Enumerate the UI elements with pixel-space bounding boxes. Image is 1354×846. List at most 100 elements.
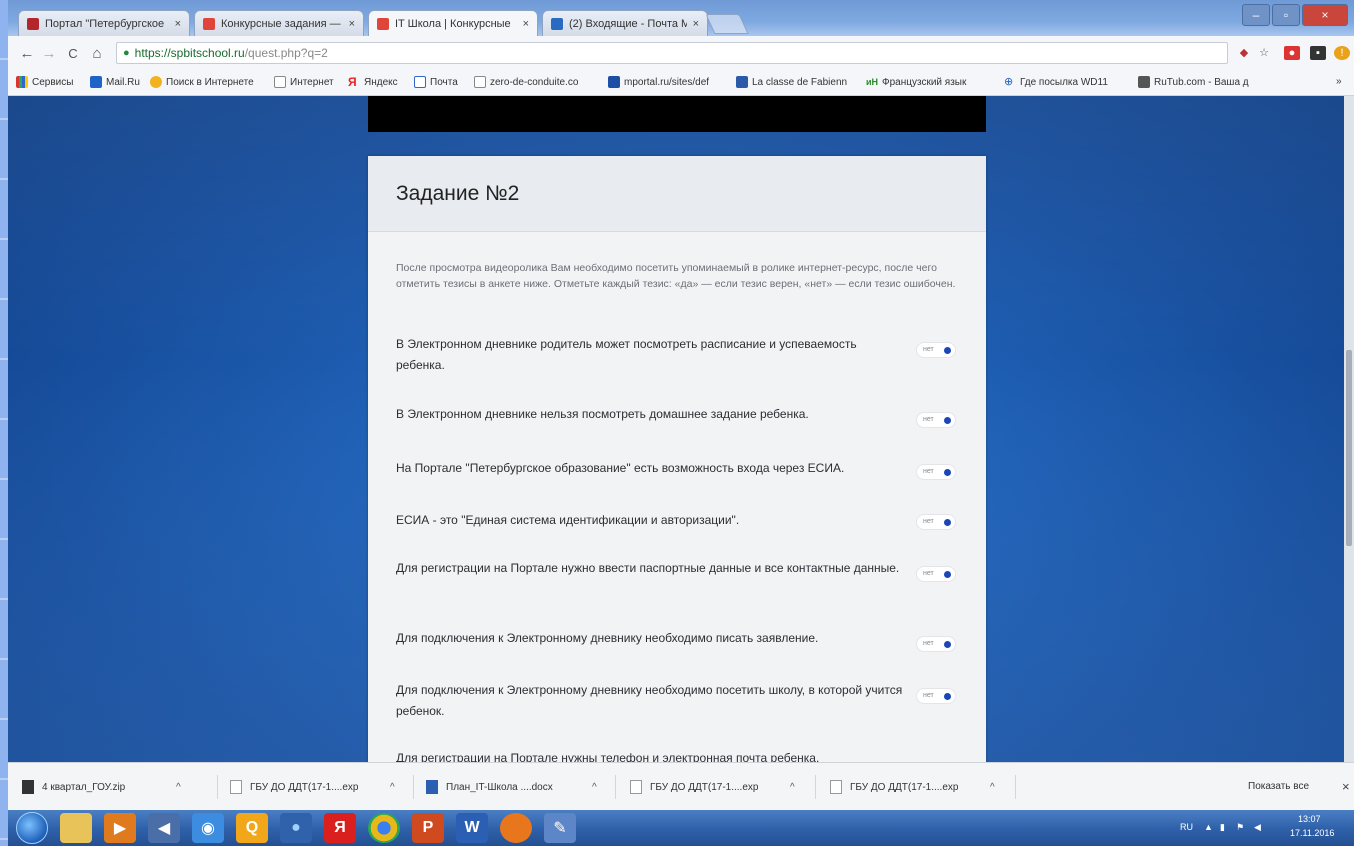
- rutub-icon: [1138, 76, 1150, 88]
- bookmark-label: mportal.ru/sites/def: [624, 76, 710, 88]
- download-item-1[interactable]: 4 квартал_ГОУ.zip ^: [22, 775, 218, 799]
- tab-contest-tasks[interactable]: Конкурсные задания — ×: [194, 10, 364, 36]
- page-scrollbar[interactable]: [1344, 96, 1354, 762]
- explorer-folder-icon[interactable]: [60, 813, 92, 843]
- tab-close-icon[interactable]: ×: [693, 18, 699, 30]
- tab-title: Конкурсные задания —: [221, 17, 341, 30]
- download-filename: План_IT-Школа ....docx: [446, 781, 553, 793]
- toggle-label: нет: [923, 346, 934, 353]
- chevron-up-icon[interactable]: ^: [790, 782, 795, 793]
- clock-time[interactable]: 13:07: [1298, 814, 1321, 824]
- tab-close-icon[interactable]: ×: [175, 18, 181, 30]
- yandex-browser-icon[interactable]: Я: [324, 813, 356, 843]
- download-item-5[interactable]: ГБУ ДО ДДТ(17-1....exp ^: [830, 775, 1016, 799]
- answer-toggle-7[interactable]: нет: [916, 688, 956, 704]
- answer-toggle-6[interactable]: нет: [916, 636, 956, 652]
- tab-mail-inbox[interactable]: (2) Входящие - Почта M ×: [542, 10, 708, 36]
- bookmark-where-parcel[interactable]: ⊕ Где посылка WD11: [1004, 76, 1130, 88]
- new-tab-button[interactable]: [705, 14, 749, 34]
- bookmark-pochta[interactable]: Почта: [414, 76, 458, 88]
- bookmark-french[interactable]: иН Французский язык: [866, 76, 994, 88]
- bookmark-label: La classe de Fabienn: [752, 76, 848, 88]
- chevron-more-icon: »: [1336, 76, 1342, 87]
- bookmark-zero-de-conduite[interactable]: zero-de-conduite.co: [474, 76, 602, 88]
- volume-app-icon[interactable]: ◉: [192, 813, 224, 843]
- answer-toggle-2[interactable]: нет: [916, 412, 956, 428]
- start-button[interactable]: [16, 812, 48, 844]
- home-button[interactable]: ⌂: [86, 42, 108, 64]
- forward-button[interactable]: →: [38, 42, 60, 64]
- extension-orange-icon[interactable]: !: [1334, 46, 1350, 60]
- bookmark-yandex[interactable]: Я Яндекс: [348, 76, 398, 88]
- media-player-icon[interactable]: ▶: [104, 813, 136, 843]
- bookmark-internet[interactable]: Интернет: [274, 76, 334, 88]
- firefox-icon[interactable]: [500, 813, 532, 843]
- reload-button[interactable]: C: [62, 42, 84, 64]
- answer-toggle-1[interactable]: нет: [916, 342, 956, 358]
- bookmark-label: RuTub.com - Ваша д: [1154, 76, 1249, 88]
- tab-title: IT Школа | Конкурсные: [395, 17, 511, 30]
- chevron-up-icon[interactable]: ^: [990, 782, 995, 793]
- answer-toggle-3[interactable]: нет: [916, 464, 956, 480]
- mailru-icon: [90, 76, 102, 88]
- minimize-button[interactable]: –: [1242, 4, 1270, 26]
- scrollbar-thumb[interactable]: [1346, 350, 1352, 546]
- bookmark-mportal[interactable]: mportal.ru/sites/def: [608, 76, 728, 88]
- download-filename: 4 квартал_ГОУ.zip: [42, 781, 126, 793]
- parcel-search-icon: ⊕: [1004, 76, 1014, 88]
- bookmark-la-classe[interactable]: La classe de Fabienn: [736, 76, 858, 88]
- download-item-3[interactable]: План_IT-Школа ....docx ^: [426, 775, 616, 799]
- apps-grid-icon: [16, 76, 28, 88]
- answer-toggle-5[interactable]: нет: [916, 566, 956, 582]
- media-center-icon[interactable]: ◀: [148, 813, 180, 843]
- bookmark-rutub[interactable]: RuTub.com - Ваша д: [1138, 76, 1264, 88]
- video-player[interactable]: [368, 96, 986, 132]
- bookmark-star-icon[interactable]: ☆: [1256, 46, 1272, 60]
- globe-icon[interactable]: ●: [280, 813, 312, 843]
- file-icon: [230, 780, 242, 794]
- network-icon[interactable]: ▮: [1220, 822, 1225, 833]
- downloads-bar: 4 квартал_ГОУ.zip ^ ГБУ ДО ДДТ(17-1....e…: [8, 762, 1354, 810]
- bookmark-services[interactable]: Сервисы: [16, 76, 73, 88]
- answer-toggle-4[interactable]: нет: [916, 514, 956, 530]
- bookmarks-more-button[interactable]: »: [1336, 76, 1342, 87]
- close-downloads-icon[interactable]: ×: [1342, 779, 1350, 794]
- la-classe-icon: [736, 76, 748, 88]
- extension-icon[interactable]: ◆: [1236, 46, 1252, 60]
- url-input[interactable]: ● https://spbitschool.ru /quest.php?q=2: [116, 42, 1228, 64]
- tray-arrow-icon[interactable]: ▲: [1204, 822, 1213, 832]
- tab-itschool-active[interactable]: IT Школа | Конкурсные ×: [368, 10, 538, 36]
- bookmark-label: zero-de-conduite.co: [490, 76, 579, 88]
- show-all-downloads-button[interactable]: Показать все: [1248, 781, 1309, 792]
- flag-icon[interactable]: ⚑: [1236, 822, 1244, 833]
- mail-favicon-icon: [551, 17, 563, 30]
- chevron-up-icon[interactable]: ^: [176, 782, 181, 793]
- extension-red-icon[interactable]: ●: [1284, 46, 1300, 60]
- speaker-icon[interactable]: ◀: [1254, 822, 1261, 833]
- language-indicator[interactable]: RU: [1180, 822, 1193, 832]
- bookmark-search[interactable]: Поиск в Интернете: [150, 76, 254, 88]
- paint-icon[interactable]: ✎: [544, 813, 576, 843]
- download-item-2[interactable]: ГБУ ДО ДДТ(17-1....exp ^: [230, 775, 414, 799]
- yandex-icon: Я: [348, 76, 357, 88]
- tab-close-icon[interactable]: ×: [349, 18, 355, 30]
- tab-portal[interactable]: Портал "Петербургское ×: [18, 10, 190, 36]
- lock-icon: ●: [123, 47, 130, 59]
- question-8: Для регистрации на Портале нужны телефон…: [396, 751, 820, 762]
- word-icon[interactable]: W: [456, 813, 488, 843]
- tab-close-icon[interactable]: ×: [523, 18, 529, 30]
- maximize-button[interactable]: ▫: [1272, 4, 1300, 26]
- search-app-icon[interactable]: Q: [236, 813, 268, 843]
- clock-date[interactable]: 17.11.2016: [1290, 828, 1334, 838]
- itschool-favicon-icon: [203, 17, 215, 30]
- extension-dark-icon[interactable]: ▪: [1310, 46, 1326, 60]
- chrome-icon[interactable]: [368, 813, 400, 843]
- close-window-button[interactable]: ×: [1302, 4, 1348, 26]
- chevron-up-icon[interactable]: ^: [390, 782, 395, 793]
- download-item-4[interactable]: ГБУ ДО ДДТ(17-1....exp ^: [630, 775, 816, 799]
- chevron-up-icon[interactable]: ^: [592, 782, 597, 793]
- question-7: Для подключения к Электронному дневнику …: [396, 683, 903, 718]
- bookmark-mailru[interactable]: Mail.Ru: [90, 76, 140, 88]
- powerpoint-icon[interactable]: P: [412, 813, 444, 843]
- back-button[interactable]: ←: [16, 42, 38, 64]
